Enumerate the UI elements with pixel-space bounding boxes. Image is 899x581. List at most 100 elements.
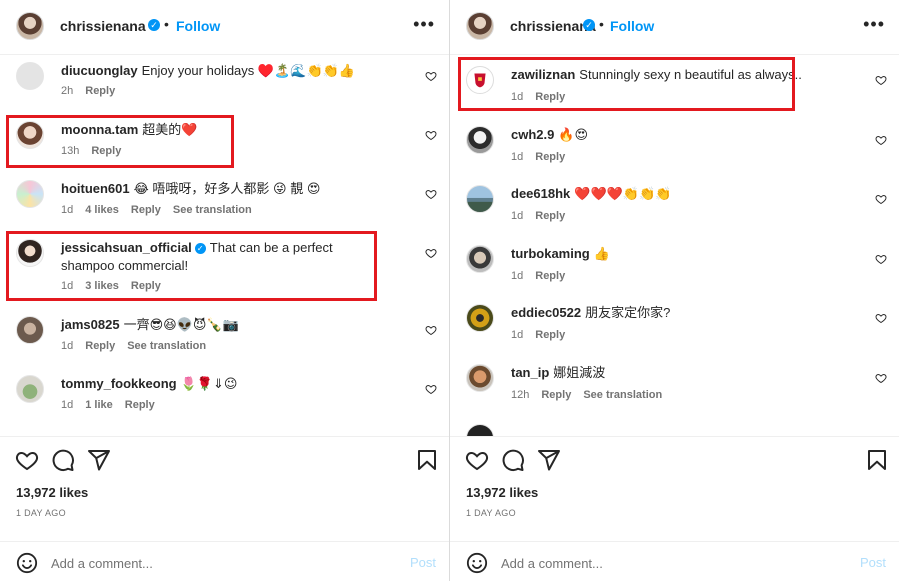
like-comment-heart-icon[interactable] [875,193,887,205]
like-comment-heart-icon[interactable] [875,74,887,86]
comment-body: hoituen601 😂 唔哦呀，好多人都影 😜 靚 😍 [61,180,416,198]
commenter-avatar[interactable] [466,304,494,332]
commenter-avatar[interactable] [466,185,494,213]
comment-time: 2h [61,85,74,97]
comment-item: jams0825 一齊😎😆👽😈🍾📷 1d Reply See translation [0,316,449,372]
comment-body: jams0825 一齊😎😆👽😈🍾📷 [61,316,416,334]
author-username[interactable]: chrissienana [60,18,146,34]
comment-username[interactable]: turbokaming [511,246,590,261]
comment-text: 👍 [593,246,610,261]
comment-text: 一齊😎😆👽😈🍾📷 [123,317,239,332]
commenter-avatar[interactable] [16,62,44,90]
author-avatar[interactable] [16,12,44,40]
like-comment-heart-icon[interactable] [425,70,437,82]
reply-button[interactable]: Reply [535,270,565,282]
comment-meta: 1d Reply [511,210,577,222]
reply-button[interactable]: Reply [131,204,161,216]
comment-body: dee618hk ❤️❤️❤️👏👏👏 [511,185,866,203]
commenter-avatar[interactable] [16,180,44,208]
share-icon[interactable] [537,448,561,472]
comment-meta: 12h Reply See translation [511,389,674,401]
follow-button[interactable]: Follow [610,18,654,34]
comment-input[interactable] [501,553,841,573]
like-comment-heart-icon[interactable] [875,253,887,265]
reply-button[interactable]: Reply [125,399,155,411]
like-comment-heart-icon[interactable] [875,312,887,324]
post-date: 1 DAY AGO [16,508,66,518]
author-avatar[interactable] [466,12,494,40]
follow-button[interactable]: Follow [176,18,220,34]
see-translation-button[interactable]: See translation [127,340,206,352]
comment-username[interactable]: tan_ip [511,365,549,380]
comment-username[interactable]: dee618hk [511,186,570,201]
see-translation-button[interactable]: See translation [583,389,662,401]
comment-meta: 1d Reply [511,151,577,163]
like-comment-heart-icon[interactable] [425,247,437,259]
post-button[interactable]: Post [410,555,436,570]
comment-text: ❤️❤️❤️👏👏👏 [574,186,672,201]
comment-item: turbokaming 👍 1d Reply [450,245,899,301]
verified-icon: ✓ [148,19,160,31]
reply-button[interactable]: Reply [85,340,115,352]
comment-item: diucuonglay Enjoy your holidays ♥️🏝️🌊👏👏👍 … [0,62,449,118]
like-comment-heart-icon[interactable] [425,129,437,141]
comment-body: cwh2.9 🔥😍 [511,126,866,144]
comment-username[interactable]: cwh2.9 [511,127,554,142]
reply-button[interactable]: Reply [535,210,565,222]
comment-username[interactable]: jams0825 [61,317,120,332]
commenter-avatar[interactable] [466,126,494,154]
comment-item: tommy_fookkeong 🌷🌹⇓😉 1d 1 like Reply [0,375,449,431]
comment-icon[interactable] [51,448,75,472]
comment-username[interactable]: diucuonglay [61,63,138,78]
comment-username[interactable]: tommy_fookkeong [61,376,177,391]
commenter-avatar[interactable] [16,316,44,344]
like-comment-heart-icon[interactable] [425,188,437,200]
comment-username[interactable]: eddiec0522 [511,305,581,320]
reply-button[interactable]: Reply [535,329,565,341]
comment-item: eddiec0522 朋友家定你家? 1d Reply [450,304,899,360]
commenter-avatar[interactable] [466,245,494,273]
commenter-avatar[interactable] [466,364,494,392]
likes-count[interactable]: 13,972 likes [16,485,88,500]
like-comment-heart-icon[interactable] [875,372,887,384]
like-comment-heart-icon[interactable] [875,134,887,146]
more-icon[interactable]: ••• [863,14,885,35]
comment-time: 12h [511,389,530,401]
comment-body: eddiec0522 朋友家定你家? [511,304,866,322]
share-icon[interactable] [87,448,111,472]
commenter-avatar[interactable] [16,375,44,403]
post-button[interactable]: Post [860,555,886,570]
more-icon[interactable]: ••• [413,14,435,35]
reply-button[interactable]: Reply [535,151,565,163]
likes-count[interactable]: 13,972 likes [466,485,538,500]
see-translation-button[interactable]: See translation [173,204,252,216]
bookmark-icon[interactable] [415,448,439,472]
emoji-icon[interactable] [466,552,488,574]
emoji-icon[interactable] [16,552,38,574]
heart-icon[interactable] [15,448,39,472]
comment-item: hoituen601 😂 唔哦呀，好多人都影 😜 靚 😍 1d 4 likes Rep… [0,180,449,236]
comment-likes[interactable]: 4 likes [85,204,119,216]
reply-button[interactable]: Reply [541,389,571,401]
highlight-box [6,115,234,168]
comment-meta: 2h Reply [61,85,127,97]
comment-time: 1d [511,151,524,163]
comment-meta: 1d Reply [511,329,577,341]
comment-item: cwh2.9 🔥😍 1d Reply [450,126,899,182]
comment-icon[interactable] [501,448,525,472]
comment-input[interactable] [51,553,391,573]
bookmark-icon[interactable] [865,448,889,472]
comment-likes[interactable]: 1 like [85,399,113,411]
comment-username[interactable]: hoituen601 [61,181,130,196]
action-bar: 13,972 likes 1 DAY AGO Post [450,436,899,581]
highlight-box [458,57,795,111]
reply-button[interactable]: Reply [85,85,115,97]
like-comment-heart-icon[interactable] [425,383,437,395]
verified-icon: ✓ [583,19,595,31]
comment-body: turbokaming 👍 [511,245,866,263]
like-comment-heart-icon[interactable] [425,324,437,336]
comment-text: 娜姐減波 [553,365,606,380]
post-panel-left: chrissienana ✓ • Follow ••• diucuonglay E… [0,0,449,581]
comment-text: 🔥😍 [558,127,589,142]
heart-icon[interactable] [465,448,489,472]
